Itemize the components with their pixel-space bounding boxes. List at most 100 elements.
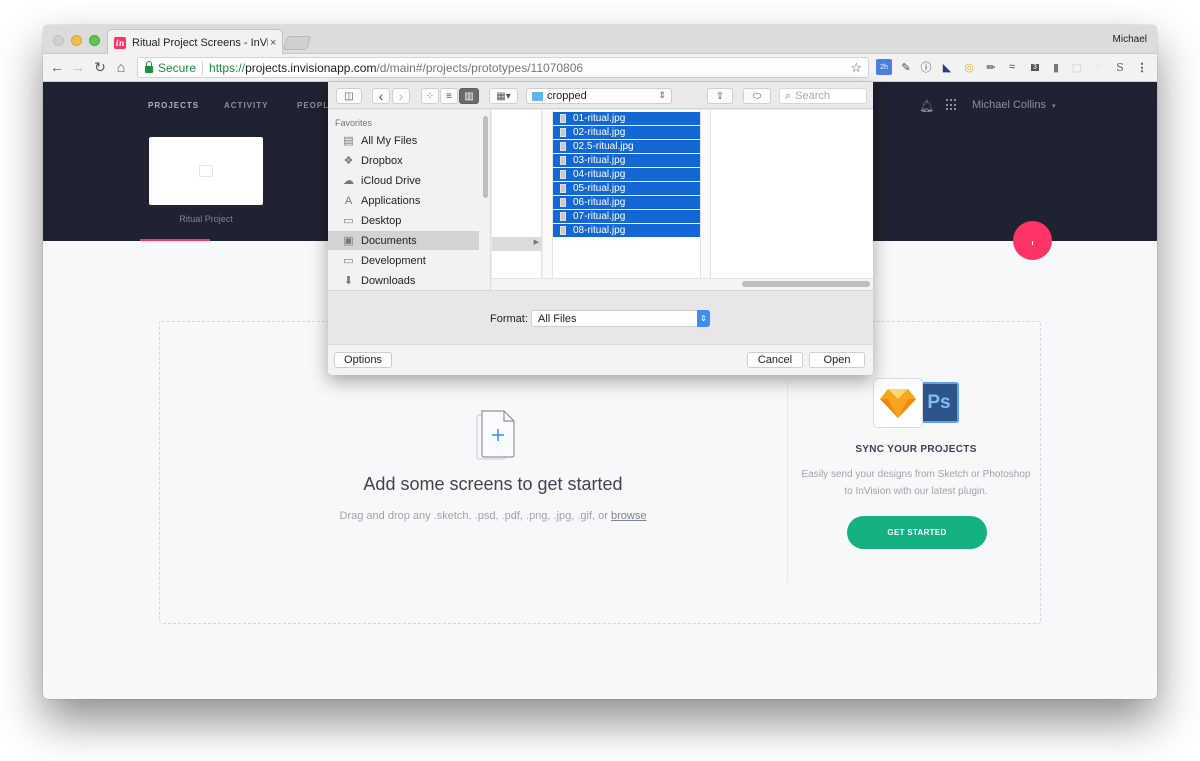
- add-file-icon: [476, 410, 515, 460]
- file-row[interactable]: 04-ritual.jpg: [553, 168, 700, 181]
- window-minimize-button[interactable]: [71, 35, 82, 46]
- project-thumbnail[interactable]: [149, 137, 263, 205]
- menu-icon[interactable]: ⋮: [1134, 59, 1150, 75]
- reload-icon[interactable]: ↻: [92, 59, 108, 75]
- file-row[interactable]: 06-ritual.jpg: [553, 196, 700, 209]
- file-row[interactable]: 05-ritual.jpg: [553, 182, 700, 195]
- options-button[interactable]: Options: [334, 352, 392, 368]
- adblock-icon[interactable]: 3: [1027, 59, 1043, 75]
- nav-projects[interactable]: PROJECTS: [148, 101, 199, 110]
- file-row[interactable]: 02-ritual.jpg: [553, 126, 700, 139]
- sidebar-item-icloud-drive[interactable]: ☁ iCloud Drive: [328, 171, 479, 190]
- share-button[interactable]: ⇪: [707, 88, 733, 104]
- file-row[interactable]: 02.5-ritual.jpg: [553, 140, 700, 153]
- url-host: projects.invisionapp.com: [245, 60, 377, 75]
- empty-state-hint: Drag and drop any .sketch, .psd, .pdf, .…: [339, 510, 612, 522]
- section-divider: [787, 382, 788, 582]
- get-started-button[interactable]: GET STARTED: [847, 516, 987, 549]
- circle-icon[interactable]: ○: [1090, 59, 1106, 75]
- folder-icon: [532, 91, 543, 101]
- ring-icon[interactable]: ◎: [961, 59, 977, 75]
- nav-activity[interactable]: ACTIVITY: [224, 101, 268, 110]
- folder-icon: ▭: [343, 255, 354, 267]
- file-row[interactable]: 03-ritual.jpg: [553, 154, 700, 167]
- sidebar-item-all-my-files[interactable]: ▤ All My Files: [328, 131, 479, 150]
- format-select[interactable]: All Files ⇕: [531, 310, 710, 327]
- pencil-icon[interactable]: ✏: [983, 59, 999, 75]
- sidebar-scrollbar[interactable]: [483, 116, 488, 198]
- file-name: 06-ritual.jpg: [573, 197, 626, 208]
- sidebar-item-downloads[interactable]: ⬇ Downloads: [328, 271, 479, 290]
- column-resize-handle[interactable]: [701, 110, 711, 278]
- dialog-toolbar: ◫ ‹ › ⁘ ≡ ▥ ▦▾ cropped ⇕ ⇪ ⬭ ⌕ Search: [328, 82, 873, 109]
- secure-label: Secure: [158, 60, 197, 75]
- s-icon[interactable]: S: [1112, 59, 1128, 75]
- bookmark-badge-icon[interactable]: ▮: [1048, 59, 1064, 75]
- new-tab-button[interactable]: [282, 36, 312, 50]
- calendar-2h-icon[interactable]: 2h: [876, 59, 892, 75]
- browser-window: in Ritual Project Screens - InVision × M…: [43, 25, 1157, 699]
- list-view-button[interactable]: ≡: [440, 88, 458, 104]
- selected-folder-row[interactable]: [492, 237, 542, 251]
- horizontal-scrollbar[interactable]: [742, 281, 870, 287]
- sneaker-icon[interactable]: ≈: [1004, 59, 1020, 75]
- documents-icon: ▣: [343, 235, 354, 247]
- add-fab-button[interactable]: [1013, 221, 1052, 260]
- project-name[interactable]: Ritual Project: [149, 214, 263, 224]
- user-menu[interactable]: Michael Collins ▾: [972, 99, 1056, 111]
- column-resize-handle[interactable]: [543, 110, 553, 278]
- file-name: 08-ritual.jpg: [573, 225, 626, 236]
- onepassword-icon[interactable]: ⓘ: [918, 59, 934, 75]
- folder-path-popup[interactable]: cropped ⇕: [526, 88, 672, 104]
- apps-grid-icon[interactable]: [946, 99, 958, 111]
- tab-close-icon[interactable]: ×: [270, 37, 276, 49]
- sidebar-item-development[interactable]: ▭ Development: [328, 251, 479, 270]
- column-view-button[interactable]: ▥: [459, 88, 479, 104]
- tab-invision[interactable]: in Ritual Project Screens - InVision ×: [107, 29, 283, 55]
- browser-column-preview: [711, 110, 873, 278]
- sidebar-item-label: Documents: [361, 234, 417, 247]
- arrange-button[interactable]: ▦▾: [489, 88, 518, 104]
- dropbox-icon: ❖: [343, 155, 354, 167]
- file-row[interactable]: 07-ritual.jpg: [553, 210, 700, 223]
- sidebar-item-documents[interactable]: ▣ Documents: [328, 231, 479, 250]
- sidebar-item-label: Development: [361, 254, 426, 267]
- file-name: 07-ritual.jpg: [573, 211, 626, 222]
- format-area: Format: All Files ⇕: [328, 290, 873, 344]
- back-button[interactable]: ‹: [372, 88, 390, 104]
- icon-view-button[interactable]: ⁘: [421, 88, 439, 104]
- back-icon[interactable]: ←: [49, 59, 65, 75]
- sidebar-item-label: Desktop: [361, 214, 402, 227]
- address-bar[interactable]: Secure https:// projects.invisionapp.com…: [137, 57, 869, 78]
- browse-link[interactable]: browse: [611, 510, 646, 522]
- eyedropper-icon[interactable]: ✎: [898, 59, 914, 75]
- forward-icon[interactable]: →: [70, 59, 86, 75]
- file-row[interactable]: 08-ritual.jpg: [553, 224, 700, 237]
- bookmark-star-icon[interactable]: ☆: [850, 60, 862, 76]
- sidebar-item-dropbox[interactable]: ❖ Dropbox: [328, 151, 479, 170]
- sidebar-toggle-icon[interactable]: ◫: [336, 88, 362, 104]
- profile-name[interactable]: Michael: [1113, 34, 1147, 45]
- sidebar-item-applications[interactable]: A Applications: [328, 191, 479, 210]
- bell-icon[interactable]: 🔔︎: [919, 99, 934, 113]
- forward-button[interactable]: ›: [392, 88, 410, 104]
- window-maximize-button[interactable]: [89, 35, 100, 46]
- search-input[interactable]: ⌕ Search: [779, 88, 867, 104]
- box-icon[interactable]: ▢: [1069, 59, 1085, 75]
- file-row[interactable]: 01-ritual.jpg: [553, 112, 700, 125]
- cancel-button[interactable]: Cancel: [747, 352, 803, 368]
- file-name: 03-ritual.jpg: [573, 155, 626, 166]
- speedometer-icon[interactable]: ◣: [939, 59, 955, 75]
- image-file-icon: [560, 156, 566, 165]
- home-icon[interactable]: ⌂: [113, 59, 129, 75]
- browser-toolbar: ← → ↻ ⌂ Secure https:// projects.invisio…: [43, 54, 1157, 82]
- url-scheme: https://: [209, 60, 246, 75]
- sync-title: SYNC YOUR PROJECTS: [855, 444, 977, 455]
- window-close-button[interactable]: [53, 35, 64, 46]
- open-button[interactable]: Open: [809, 352, 865, 368]
- dialog-footer: Options Cancel Open: [328, 344, 873, 375]
- sidebar-item-desktop[interactable]: ▭ Desktop: [328, 211, 479, 230]
- empty-state-title: Add some screens to get started: [363, 474, 623, 494]
- downloads-icon: ⬇: [343, 275, 354, 287]
- tag-button[interactable]: ⬭: [743, 88, 771, 104]
